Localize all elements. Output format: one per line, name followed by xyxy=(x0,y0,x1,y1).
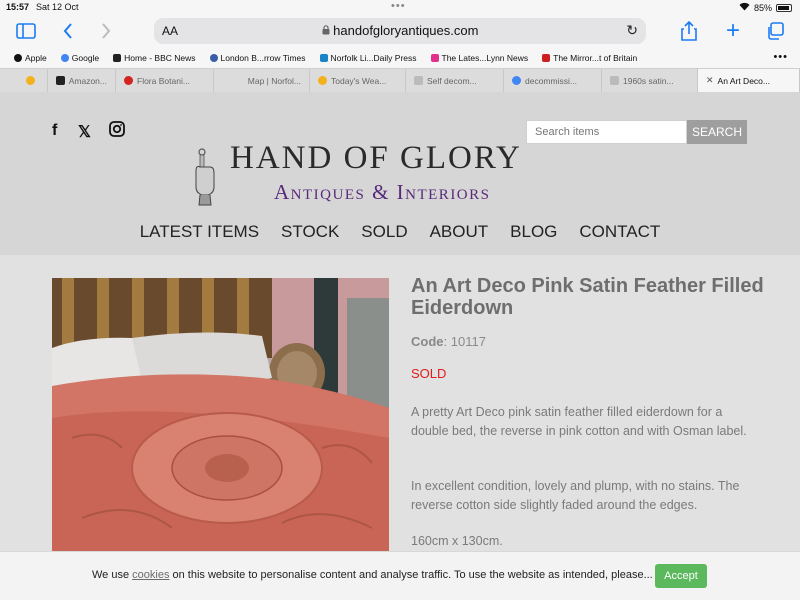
bookmark-london[interactable]: London B...rrow Times xyxy=(209,53,306,63)
bbc-icon xyxy=(113,54,122,62)
product-code-label: Code xyxy=(411,334,444,349)
site-header: f 𝕏 SEARCH HAND OF GLORY Antiques & Inte… xyxy=(0,92,800,255)
nav-latest-items[interactable]: LATEST ITEMS xyxy=(129,222,270,242)
cookie-banner: We use cookies on this website to person… xyxy=(0,551,800,600)
bookmark-mirror[interactable]: The Mirror...t of Britain xyxy=(542,53,637,63)
tab-map[interactable]: Map | Norfol... xyxy=(214,69,310,92)
reload-icon[interactable]: ↻ xyxy=(626,22,638,39)
product-title: An Art Deco Pink Satin Feather Filled Ei… xyxy=(411,275,764,319)
nav-blog[interactable]: BLOG xyxy=(499,222,568,242)
search-button[interactable]: SEARCH xyxy=(687,120,747,144)
nav-about[interactable]: ABOUT xyxy=(419,222,500,242)
status-time: 15:57 xyxy=(6,2,30,12)
cookies-link[interactable]: cookies xyxy=(132,569,169,581)
description-paragraph: A pretty Art Deco pink satin feather fil… xyxy=(411,405,747,438)
cookie-text: We use cookies on this website to person… xyxy=(92,569,653,581)
tab-decommission[interactable]: decommissi... xyxy=(504,69,602,92)
accept-cookies-button[interactable]: Accept xyxy=(655,564,707,588)
browser-toolbar: AA handofgloryantiques.com ↻ + xyxy=(0,14,800,48)
status-date: Sat 12 Oct xyxy=(36,2,79,12)
globe-icon xyxy=(209,54,218,62)
instagram-icon[interactable] xyxy=(109,121,125,142)
product-photo[interactable] xyxy=(52,278,389,553)
back-icon[interactable] xyxy=(60,20,76,42)
hand-logo-icon xyxy=(195,148,215,206)
nav-sold[interactable]: SOLD xyxy=(350,222,418,242)
page-icon xyxy=(414,76,423,85)
address-bar[interactable]: AA handofgloryantiques.com ↻ xyxy=(154,18,646,44)
lynn-news-icon xyxy=(430,54,439,62)
search-input[interactable] xyxy=(526,120,687,144)
tab-weather[interactable] xyxy=(0,69,48,92)
google-icon xyxy=(60,54,69,62)
main-nav: LATEST ITEMS STOCK SOLD ABOUT BLOG CONTA… xyxy=(0,222,800,242)
new-tab-icon[interactable]: + xyxy=(723,17,743,44)
nav-contact[interactable]: CONTACT xyxy=(568,222,671,242)
status-bar: 15:57 Sat 12 Oct ••• 85% xyxy=(0,0,800,14)
bookmark-bbc[interactable]: Home - BBC News xyxy=(113,53,196,63)
bookmark-lynn[interactable]: The Lates...Lynn News xyxy=(430,53,528,63)
google-icon xyxy=(512,76,521,85)
facebook-icon[interactable]: f xyxy=(52,122,57,140)
status-right: 85% xyxy=(739,2,792,13)
tab-art-deco[interactable]: ✕ An Art Deco... xyxy=(698,69,800,92)
battery-percent: 85% xyxy=(753,2,772,13)
wifi-icon xyxy=(739,2,750,13)
product-code-row: Code: 10117 xyxy=(411,334,486,349)
apple-fruit-icon xyxy=(124,76,133,85)
status-badge: SOLD xyxy=(411,366,447,381)
product-section: An Art Deco Pink Satin Feather Filled Ei… xyxy=(0,255,800,555)
tab-flora[interactable]: Flora Botani... xyxy=(116,69,214,92)
share-icon[interactable] xyxy=(679,20,699,42)
tab-self-decom[interactable]: Self decom... xyxy=(406,69,504,92)
newspaper-icon xyxy=(319,54,328,62)
apple-icon xyxy=(14,54,22,62)
forward-icon[interactable] xyxy=(98,20,114,42)
multitask-dots-icon[interactable]: ••• xyxy=(391,0,406,12)
x-icon[interactable]: 𝕏 xyxy=(78,122,91,142)
description-paragraph: In excellent condition, lovely and plump… xyxy=(411,479,740,512)
bookmarks-bar: Apple Google Home - BBC News London B...… xyxy=(0,48,800,68)
tab-amazon[interactable]: Amazon... xyxy=(48,69,116,92)
battery-icon xyxy=(776,3,792,12)
amazon-icon xyxy=(56,76,65,85)
description-paragraph: 160cm x 130cm. xyxy=(411,534,503,548)
more-icon[interactable]: ••• xyxy=(773,51,788,63)
product-code: 10117 xyxy=(450,334,486,349)
tab-1960s[interactable]: 1960s satin... xyxy=(602,69,698,92)
nav-stock[interactable]: STOCK xyxy=(270,222,350,242)
close-tab-icon[interactable]: ✕ xyxy=(706,75,714,86)
tab-overview-icon[interactable] xyxy=(765,20,785,42)
sidebar-icon[interactable] xyxy=(14,20,38,42)
logo-title[interactable]: HAND OF GLORY xyxy=(230,140,522,177)
bookmark-apple[interactable]: Apple xyxy=(14,53,47,63)
tab-bar: Amazon... Flora Botani... Map | Norfol..… xyxy=(0,68,800,92)
bookmark-google[interactable]: Google xyxy=(60,53,99,63)
mirror-icon xyxy=(542,54,551,62)
weather-icon xyxy=(318,76,327,85)
bookmark-norfolk[interactable]: Norfolk Li...Daily Press xyxy=(319,53,417,63)
url-value: handofgloryantiques.com xyxy=(333,23,479,38)
logo-subtitle: Antiques & Interiors xyxy=(274,180,491,204)
tab-weather-today[interactable]: Today's Wea... xyxy=(310,69,406,92)
weather-icon xyxy=(26,76,35,85)
page-icon xyxy=(610,76,619,85)
url-text[interactable]: handofgloryantiques.com xyxy=(154,23,646,38)
lock-icon xyxy=(322,23,334,38)
